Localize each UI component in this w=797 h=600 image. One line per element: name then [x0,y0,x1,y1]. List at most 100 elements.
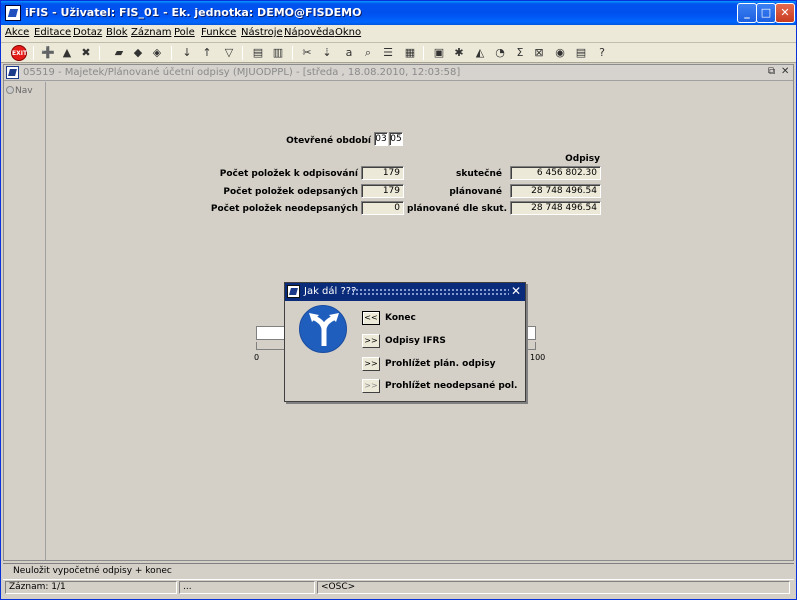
odpisy-ifrs-button[interactable]: >> [362,334,380,348]
left-panel: Nav [4,82,46,560]
progress-max-label: 100 [530,353,546,362]
road-fork-icon [299,305,347,353]
dialog-title: Jak dál ??? [304,286,357,297]
print-preview-icon[interactable]: ▥ [270,45,286,61]
mode-indicator: <OSC> [317,581,790,594]
abc-icon[interactable]: a [341,45,357,61]
app-window: iFIS - Uživatel: FIS_01 - Ek. jednotka: … [0,0,797,600]
progress-min-label: 0 [254,353,260,362]
menu-nastroje[interactable]: Nástroje [241,27,283,38]
count-field[interactable]: 0 [361,201,404,215]
konec-label: Konec [385,313,416,323]
app-icon [5,5,21,21]
chart-icon[interactable]: ◭ [472,45,488,61]
period-label: Otevřené období [286,136,371,146]
mdi-titlebar[interactable]: 05519 - Majetek/Plánované účetní odpisy … [4,65,793,81]
calculator-icon[interactable]: ▣ [431,45,447,61]
toolbar: EXIT ➕ ▲ ✖ ▰ ◆ ◈ ↓ ↑ ▽ ▤ ▥ ✂ ⇣ a ⌕ ☰ ▦ ▣… [1,43,796,63]
record-indicator: Záznam: 1/1 [5,581,177,594]
konec-button[interactable]: << [362,311,380,325]
amount-field[interactable]: 28 748 496.54 [510,201,601,215]
count-field[interactable]: 179 [361,166,404,180]
calculator-small-icon[interactable]: ▤ [573,45,589,61]
titlebar-pattern [351,288,509,295]
toolbar-separator [292,46,293,60]
toolbar-separator [423,46,424,60]
key-icon[interactable]: ◈ [149,45,165,61]
type-label: plánované dle skut. [407,204,508,214]
save-record-icon[interactable]: ▲ [59,45,75,61]
nav-button[interactable]: Nav [6,86,33,100]
restore-button[interactable]: ⧉ [768,66,775,77]
menu-pole[interactable]: Pole [174,27,195,38]
folder-icon[interactable]: ▰ [111,45,127,61]
nav-radio-icon [6,86,14,94]
excel-icon[interactable]: ⊠ [531,45,547,61]
menu-napoveda[interactable]: Nápověda [284,27,335,38]
period-month-field[interactable]: 03 [374,132,388,146]
sort-asc-icon[interactable]: ↓ [179,45,195,61]
dialog-close-button[interactable]: ✕ [511,284,521,298]
print-icon[interactable]: ▤ [250,45,266,61]
delete-record-icon[interactable]: ✖ [78,45,94,61]
web-icon[interactable]: ◉ [552,45,568,61]
app-title: iFIS - Uživatel: FIS_01 - Ek. jednotka: … [25,6,362,19]
toolbar-separator [171,46,172,60]
dialog-icon [287,285,300,298]
columns-icon[interactable]: ▦ [402,45,418,61]
menu-funkce[interactable]: Funkce [201,27,236,38]
count-field[interactable]: 179 [361,184,404,198]
maximize-button[interactable]: □ [756,3,776,23]
sort-desc-icon[interactable]: ↑ [199,45,215,61]
nav-label: Nav [15,86,33,96]
type-label: skutečné [455,169,502,179]
prohlizet-neodepsane-button[interactable]: >> [362,379,380,393]
menu-zaznam[interactable]: Záznam [131,27,171,38]
add-record-icon[interactable]: ➕ [40,45,56,61]
row-label: Počet položek k odpisování [219,169,358,179]
list-icon[interactable]: ☰ [380,45,396,61]
sum-icon[interactable]: Σ [512,45,528,61]
period-year-field[interactable]: 05 [389,132,403,146]
dialog-titlebar[interactable]: Jak dál ??? ✕ [285,283,525,301]
menu-editace[interactable]: Editace [34,27,71,38]
cut-icon[interactable]: ✂ [299,45,315,61]
minimize-button[interactable]: _ [737,3,757,23]
toolbar-separator [242,46,243,60]
odpisy-header: Odpisy [565,154,600,164]
progress-scale-tick [535,342,536,350]
toolbar-separator [99,46,100,60]
menu-akce[interactable]: Akce [5,27,29,38]
clock-icon[interactable]: ◔ [492,45,508,61]
close-button[interactable]: ✕ [775,3,795,23]
status-message: Neuložit vypočetné odpisy + konec [13,566,172,576]
menu-dotaz[interactable]: Dotaz [73,27,102,38]
lock-icon[interactable]: ◆ [130,45,146,61]
filter-icon[interactable]: ▽ [221,45,237,61]
menu-blok[interactable]: Blok [106,27,128,38]
mdi-close-button[interactable]: ✕ [781,66,789,77]
progress-scale-tick [256,342,257,350]
toolbar-separator [33,46,34,60]
help-icon[interactable]: ? [594,45,610,61]
amount-field[interactable]: 6 456 802.30 [510,166,601,180]
copy-icon[interactable]: ⇣ [319,45,335,61]
status-message-bar: Neuložit vypočetné odpisy + konec [3,563,794,578]
status-bar: Záznam: 1/1 ... <OSC> [3,579,794,595]
exit-icon[interactable]: EXIT [11,45,27,61]
search-icon[interactable]: ⌕ [360,45,376,61]
odpisy-ifrs-label: Odpisy IFRS [385,336,446,346]
app-titlebar[interactable]: iFIS - Uživatel: FIS_01 - Ek. jednotka: … [1,1,796,25]
settings-icon[interactable]: ✱ [451,45,467,61]
row-label: Počet položek neodepsaných [210,204,358,214]
jak-dal-dialog: Jak dál ??? ✕ << Konec >> Odpisy IFRS >>… [284,282,526,402]
menu-bar: Akce Editace Dotaz Blok Záznam Pole Funk… [1,25,796,43]
row-label: Počet položek odepsaných [223,187,358,197]
prohlizet-plan-button[interactable]: >> [362,357,380,371]
menu-okno[interactable]: Okno [335,27,361,38]
mdi-title: 05519 - Majetek/Plánované účetní odpisy … [23,67,461,78]
prohlizet-neodepsane-label: Prohlížet neodepsané pol. [385,381,518,391]
form-icon [6,66,19,79]
amount-field[interactable]: 28 748 496.54 [510,184,601,198]
prohlizet-plan-label: Prohlížet plán. odpisy [385,359,496,369]
